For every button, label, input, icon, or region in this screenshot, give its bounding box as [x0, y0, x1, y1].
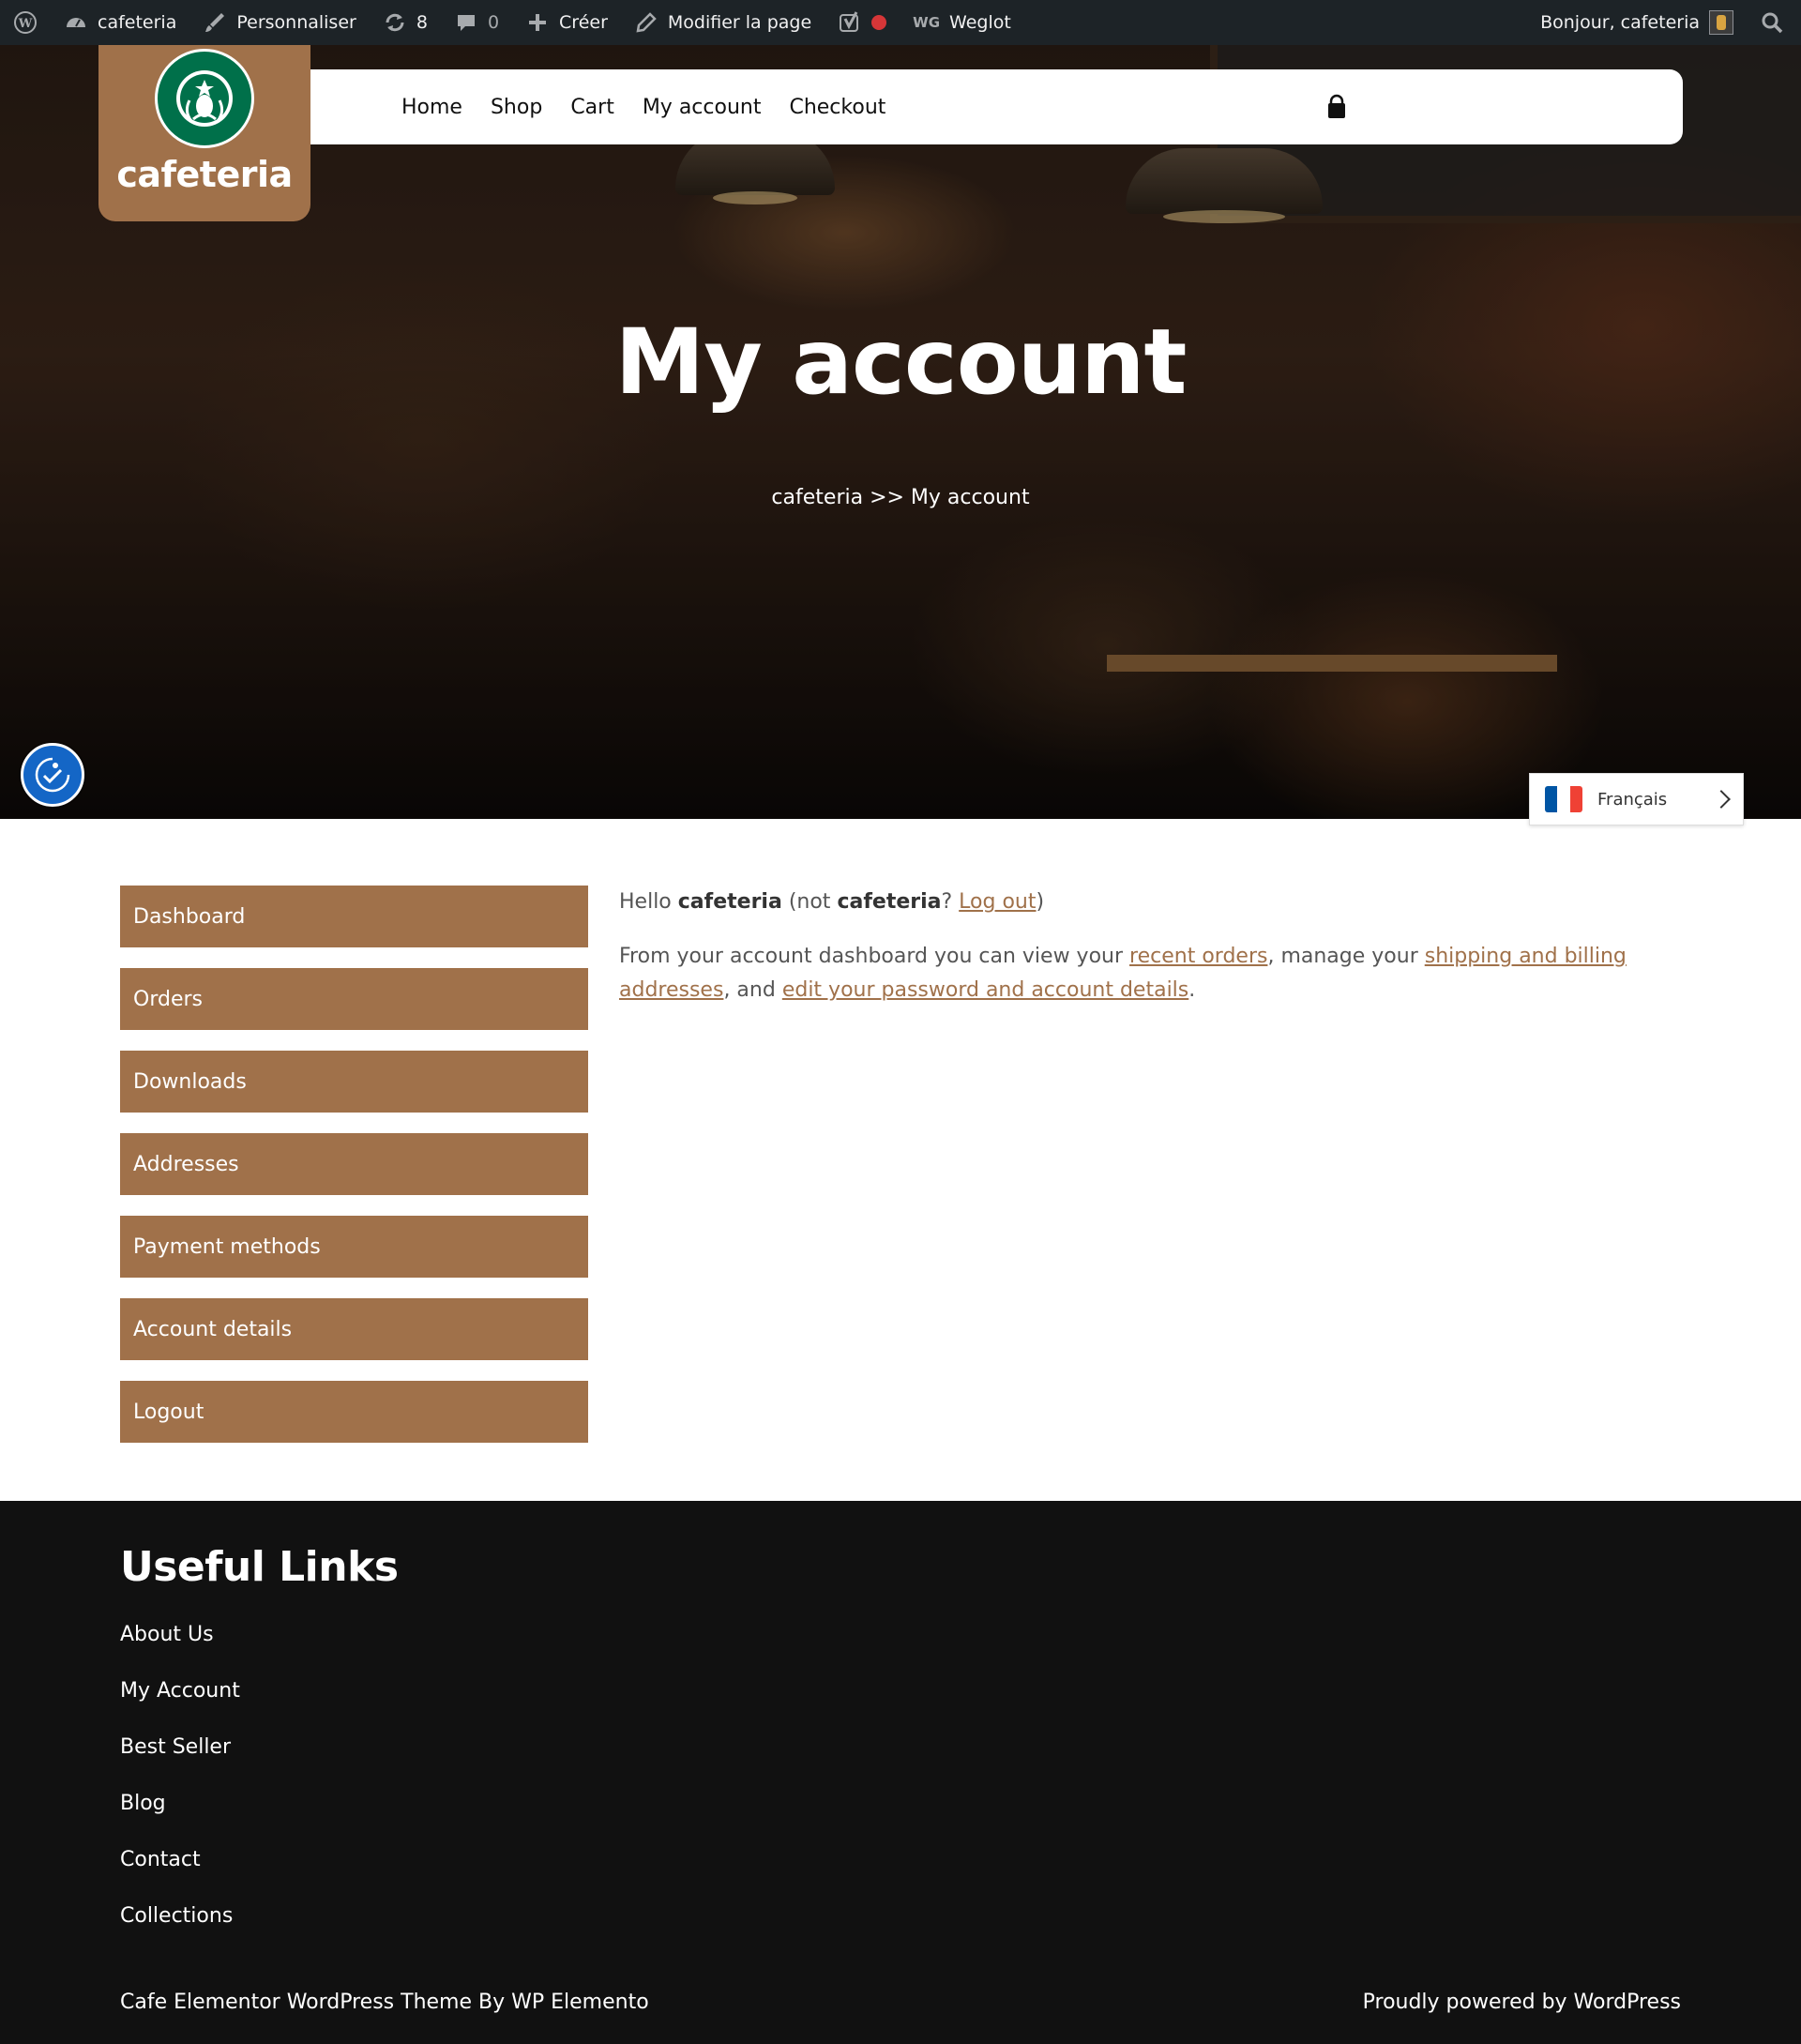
footer-title: Useful Links	[120, 1543, 399, 1591]
username: cafeteria	[677, 890, 782, 914]
accessibility-button[interactable]	[21, 743, 84, 807]
dashboard-intro: From your account dashboard you can view…	[619, 945, 1627, 1002]
footer-link-about-us[interactable]: About Us	[120, 1621, 240, 1677]
shopping-bag-icon[interactable]	[1323, 94, 1351, 122]
avatar	[1709, 10, 1733, 35]
account-nav-orders[interactable]: Orders	[120, 968, 588, 1030]
customize-label: Personnaliser	[236, 12, 356, 33]
wordpress-icon: W	[13, 10, 38, 35]
plus-icon	[525, 10, 550, 35]
new-content-menu[interactable]: Créer	[512, 0, 621, 45]
nav-checkout[interactable]: Checkout	[789, 96, 885, 119]
nav-cart[interactable]: Cart	[570, 96, 614, 119]
breadcrumb[interactable]: cafeteria >> My account	[0, 486, 1801, 509]
svg-text:W: W	[18, 17, 33, 31]
wordpress-credit[interactable]: Proudly powered by WordPress	[1363, 1991, 1681, 2014]
comments-link[interactable]: 0	[441, 0, 512, 45]
account-dashboard-content: Hello cafeteria (not cafeteria? Log out)…	[619, 886, 1679, 1028]
customize-link[interactable]: Personnaliser	[189, 0, 370, 45]
seo-menu[interactable]	[825, 0, 900, 45]
main-navigation: Home Shop Cart My account Checkout	[310, 69, 1683, 144]
nav-my-account[interactable]: My account	[643, 96, 762, 119]
updates-link[interactable]: 8	[370, 0, 441, 45]
flag-france-icon	[1545, 786, 1582, 812]
account-navigation: Dashboard Orders Downloads Addresses Pay…	[120, 886, 588, 1463]
greeting-paragraph: Hello cafeteria (not cafeteria? Log out)	[619, 890, 1045, 914]
wp-admin-bar: W cafeteria Personnaliser 8 0 Créer Modi…	[0, 0, 1801, 45]
site-name-menu[interactable]: cafeteria	[51, 0, 189, 45]
updates-count: 8	[416, 12, 428, 33]
nav-shop[interactable]: Shop	[491, 96, 542, 119]
updates-icon	[383, 10, 407, 35]
admin-search[interactable]	[1747, 0, 1801, 45]
pencil-icon	[634, 10, 658, 35]
starbucks-logo-icon	[155, 49, 254, 148]
search-icon	[1760, 10, 1784, 35]
not-username: cafeteria	[837, 890, 942, 914]
weglot-menu[interactable]: WG Weglot	[900, 0, 1024, 45]
site-logo[interactable]: cafeteria	[98, 45, 310, 221]
yoast-icon	[838, 10, 862, 35]
greeting-label: Bonjour, cafeteria	[1540, 12, 1700, 33]
language-label: Français	[1597, 789, 1668, 810]
comments-count: 0	[487, 12, 500, 33]
accessibility-icon	[35, 757, 70, 793]
comment-icon	[454, 10, 478, 35]
site-footer: Useful Links About Us My Account Best Se…	[0, 1501, 1801, 2044]
page-title: My account	[614, 310, 1188, 415]
account-nav-account-details[interactable]: Account details	[120, 1298, 588, 1360]
account-menu[interactable]: Bonjour, cafeteria	[1527, 0, 1747, 45]
footer-link-my-account[interactable]: My Account	[120, 1677, 240, 1734]
account-nav-dashboard[interactable]: Dashboard	[120, 886, 588, 947]
weglot-badge: WG	[913, 14, 941, 31]
account-nav-logout[interactable]: Logout	[120, 1381, 588, 1443]
edit-page-link[interactable]: Modifier la page	[621, 0, 825, 45]
site-name: cafeteria	[98, 12, 177, 33]
new-content-label: Créer	[559, 12, 608, 33]
footer-links: About Us My Account Best Seller Blog Con…	[120, 1621, 240, 1959]
footer-link-collections[interactable]: Collections	[120, 1902, 240, 1959]
recent-orders-link[interactable]: recent orders	[1129, 945, 1267, 968]
footer-link-contact[interactable]: Contact	[120, 1846, 240, 1902]
language-switcher[interactable]: Français	[1529, 773, 1744, 825]
weglot-label: Weglot	[949, 12, 1011, 33]
dashboard-icon	[64, 10, 88, 35]
edit-page-label: Modifier la page	[667, 12, 812, 33]
footer-link-blog[interactable]: Blog	[120, 1790, 240, 1846]
logout-link[interactable]: Log out	[959, 890, 1036, 914]
account-nav-payment-methods[interactable]: Payment methods	[120, 1216, 588, 1278]
logo-text: cafeteria	[116, 154, 293, 195]
nav-home[interactable]: Home	[401, 96, 462, 119]
theme-credit[interactable]: Cafe Elementor WordPress Theme By WP Ele…	[120, 1991, 649, 2014]
seo-status-dot	[871, 15, 887, 30]
account-nav-addresses[interactable]: Addresses	[120, 1133, 588, 1195]
account-nav-downloads[interactable]: Downloads	[120, 1051, 588, 1113]
brush-icon	[203, 10, 227, 35]
footer-link-best-seller[interactable]: Best Seller	[120, 1734, 240, 1790]
account-details-link[interactable]: edit your password and account details	[782, 978, 1188, 1002]
wordpress-menu[interactable]: W	[0, 0, 51, 45]
chevron-right-icon	[1712, 790, 1731, 809]
